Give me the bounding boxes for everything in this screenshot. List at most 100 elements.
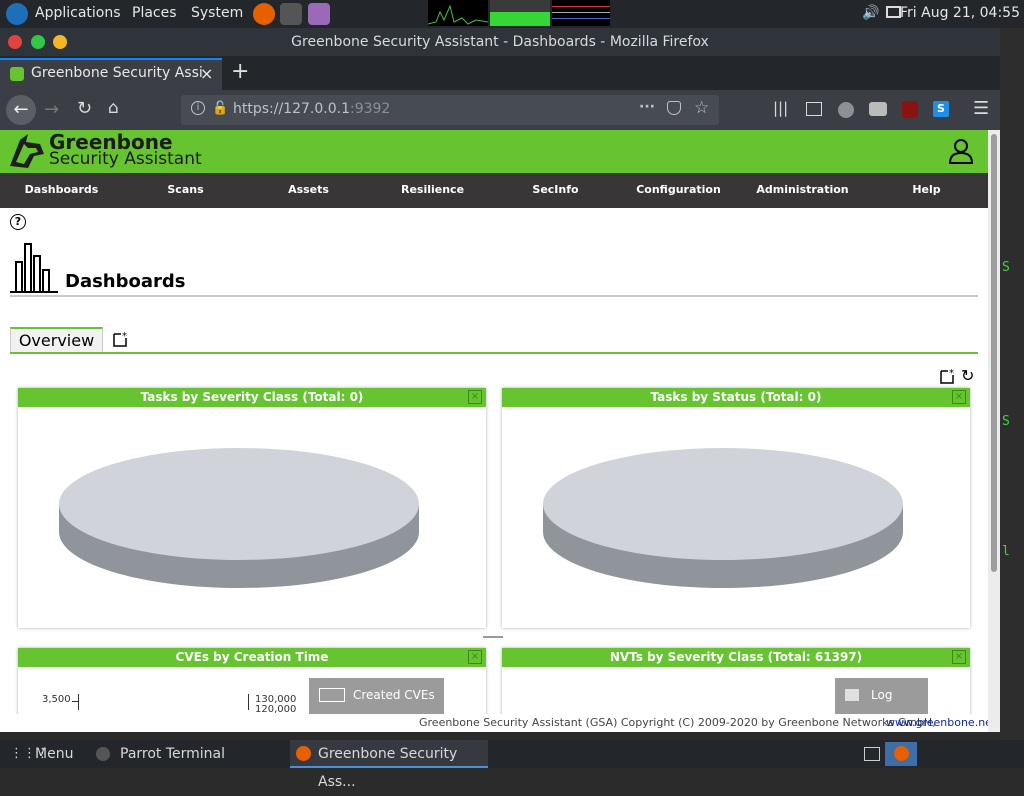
back-icon[interactable]: ← xyxy=(6,95,36,125)
forward-icon[interactable]: → xyxy=(44,99,59,120)
terminal-fragment: S xyxy=(1002,260,1010,275)
page-content: Greenbone Security Assistant Dashboards … xyxy=(0,130,988,732)
window-titlebar[interactable]: Greenbone Security Assistant - Dashboard… xyxy=(0,28,1000,56)
window-title: Greenbone Security Assistant - Dashboard… xyxy=(291,34,709,50)
menu-secinfo[interactable]: SecInfo xyxy=(494,183,617,196)
applications-menu[interactable]: Applications xyxy=(35,5,121,21)
url-bar[interactable]: i 🔓 https://127.0.0.1:9392 ··· ☆ xyxy=(181,95,719,125)
bookmark-star-icon[interactable]: ☆ xyxy=(694,98,709,118)
maximize-window-button[interactable] xyxy=(31,35,45,49)
memory-graph xyxy=(490,0,550,26)
chart-legend[interactable]: Created CVEs xyxy=(309,678,444,714)
close-tab-icon[interactable]: × xyxy=(200,64,213,83)
close-icon[interactable]: × xyxy=(468,650,482,664)
hamburger-menu-icon[interactable]: ☰ xyxy=(973,98,989,119)
close-icon[interactable]: × xyxy=(952,390,966,404)
footer-link[interactable]: www.greenbone.net xyxy=(886,716,988,729)
taskbar: ⋮⋮⋮ Menu Parrot Terminal Greenbone Secur… xyxy=(0,740,1024,790)
svg-text:*: * xyxy=(949,368,954,379)
tab-title: Greenbone Security Assi xyxy=(31,65,203,81)
greenbone-favicon-icon xyxy=(10,67,24,81)
menu-administration[interactable]: Administration xyxy=(741,183,864,196)
gsa-header: Greenbone Security Assistant xyxy=(0,130,988,173)
insecure-lock-icon[interactable]: 🔓 xyxy=(212,101,228,116)
menu-assets[interactable]: Assets xyxy=(247,183,370,196)
home-icon[interactable]: ⌂ xyxy=(108,98,119,118)
ublock-icon[interactable] xyxy=(902,101,918,118)
user-icon[interactable] xyxy=(948,138,974,164)
terminal-fragment: l xyxy=(1002,544,1010,559)
system-menu[interactable]: System xyxy=(191,5,243,21)
firefox-mini-icon xyxy=(894,746,909,761)
close-window-button[interactable] xyxy=(8,35,22,49)
legend-swatch xyxy=(845,689,859,701)
pocket-icon[interactable] xyxy=(667,101,681,115)
panel-tasks-status[interactable]: Tasks by Status (Total: 0) × xyxy=(502,388,970,628)
y-axis-tick-left: 3,500 xyxy=(42,694,71,705)
minimize-window-button[interactable] xyxy=(53,35,67,49)
url-text: https://127.0.0.1:9392 xyxy=(233,101,390,117)
y-axis-right xyxy=(248,694,249,710)
new-tab-icon[interactable]: + xyxy=(231,59,249,84)
chart-legend[interactable]: Log xyxy=(835,678,928,714)
workspace-icon[interactable] xyxy=(864,747,880,761)
terminal-icon xyxy=(96,747,110,761)
background-terminal xyxy=(1000,28,1024,740)
page-scrollbar[interactable] xyxy=(988,130,1000,732)
menu-help[interactable]: Help xyxy=(865,183,988,196)
pie-chart-empty[interactable] xyxy=(58,446,420,588)
terminal-launcher-icon[interactable] xyxy=(280,3,302,25)
menu-scans[interactable]: Scans xyxy=(124,183,247,196)
close-icon[interactable]: × xyxy=(952,650,966,664)
taskbar-firefox-label: Greenbone Security Ass... xyxy=(318,746,458,790)
taskbar-firefox-active[interactable]: Greenbone Security Ass... xyxy=(290,740,488,790)
workspace-switcher[interactable] xyxy=(885,742,917,766)
tab-underline xyxy=(10,352,978,354)
reset-dashboard-icon[interactable]: ↻ xyxy=(961,366,974,385)
text-editor-launcher-icon[interactable] xyxy=(308,3,330,25)
sidebar-icon[interactable] xyxy=(806,102,822,116)
menu-configuration[interactable]: Configuration xyxy=(617,183,740,196)
greenbone-dragon-logo-icon[interactable] xyxy=(6,132,46,170)
terminal-fragment: S xyxy=(1002,414,1010,429)
info-icon[interactable]: i xyxy=(191,101,205,115)
y-axis-tick-mark xyxy=(72,701,78,702)
scrollbar-thumb[interactable] xyxy=(991,134,997,572)
new-dashboard-icon[interactable]: * xyxy=(112,330,130,348)
title-divider xyxy=(10,295,978,297)
taskbar-terminal[interactable]: Parrot Terminal xyxy=(120,740,225,768)
extension-s-icon[interactable]: S xyxy=(933,101,949,117)
page-actions-icon[interactable]: ··· xyxy=(639,99,655,115)
menu-dashboards[interactable]: Dashboards xyxy=(0,183,123,196)
row-resize-handle[interactable] xyxy=(483,636,503,638)
display-icon[interactable] xyxy=(886,6,901,18)
library-icon[interactable]: ||| xyxy=(773,99,788,117)
parrot-logo-icon[interactable] xyxy=(6,3,28,25)
add-display-icon[interactable]: * xyxy=(939,367,957,385)
pie-chart-empty[interactable] xyxy=(542,446,904,588)
clock[interactable]: Fri Aug 21, 04:55 xyxy=(900,5,1020,21)
menu-resilience[interactable]: Resilience xyxy=(371,183,494,196)
firefox-launcher-icon[interactable] xyxy=(253,3,275,25)
volume-icon[interactable]: 🔊 xyxy=(862,5,879,21)
tab-overview[interactable]: Overview xyxy=(10,327,103,354)
panel-title[interactable]: NVTs by Severity Class (Total: 61397) xyxy=(502,648,970,667)
account-icon[interactable] xyxy=(838,102,854,118)
firefox-icon xyxy=(296,746,311,761)
taskbar-menu[interactable]: Menu xyxy=(35,740,73,768)
cpu-graph xyxy=(427,0,489,26)
extension-icon[interactable] xyxy=(869,102,887,116)
svg-text:*: * xyxy=(122,331,127,342)
help-icon[interactable]: ? xyxy=(10,214,26,230)
y-axis-left xyxy=(78,694,79,710)
browser-tab[interactable]: Greenbone Security Assi × xyxy=(0,58,222,90)
panel-title[interactable]: CVEs by Creation Time xyxy=(18,648,486,667)
panel-tasks-severity[interactable]: Tasks by Severity Class (Total: 0) × xyxy=(18,388,486,628)
panel-title[interactable]: Tasks by Severity Class (Total: 0) xyxy=(18,388,486,407)
places-menu[interactable]: Places xyxy=(132,5,177,21)
close-icon[interactable]: × xyxy=(468,390,482,404)
reload-icon[interactable]: ↻ xyxy=(77,98,92,119)
tab-strip: Greenbone Security Assi × + xyxy=(0,56,1000,90)
main-menu: Dashboards Scans Assets Resilience SecIn… xyxy=(0,173,988,208)
panel-title[interactable]: Tasks by Status (Total: 0) xyxy=(502,388,970,407)
